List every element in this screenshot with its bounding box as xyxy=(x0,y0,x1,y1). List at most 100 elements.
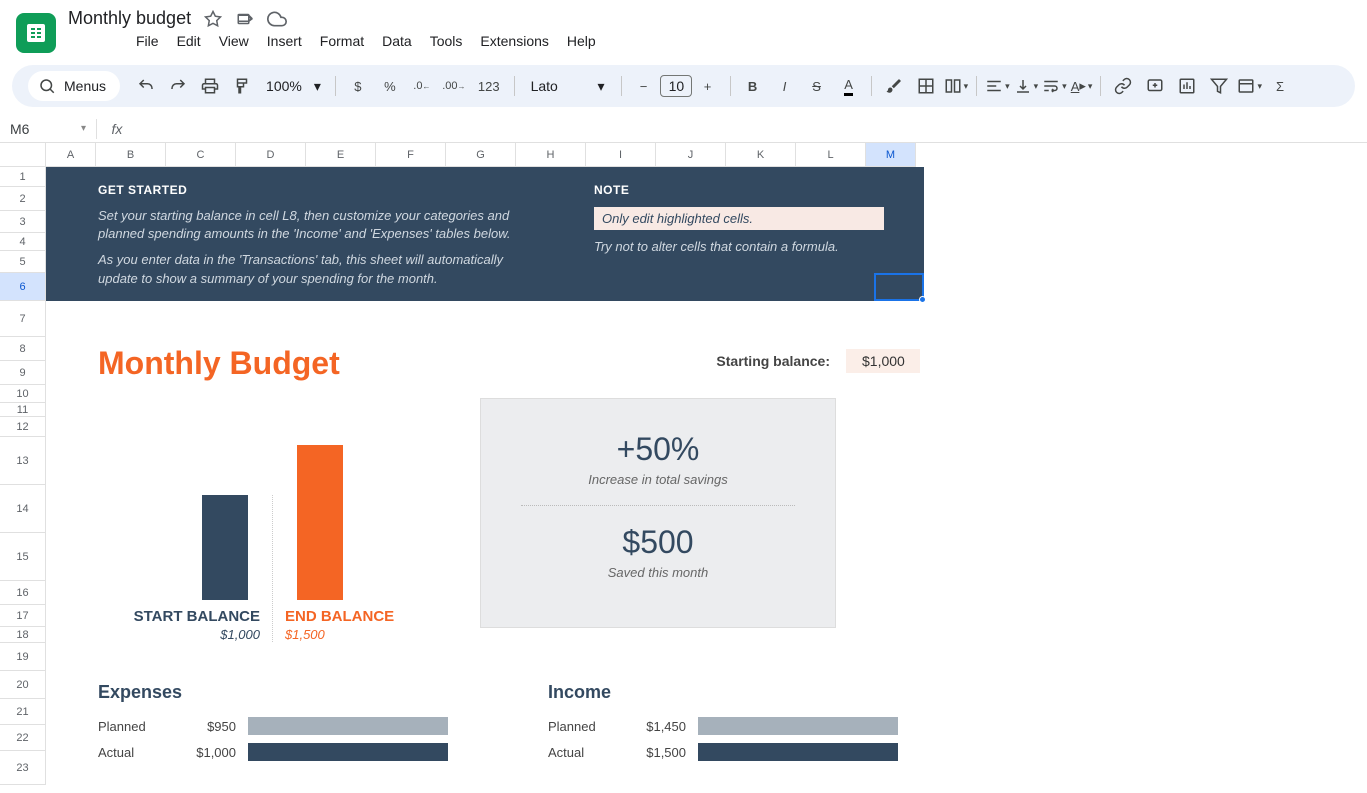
income-table: Income Planned$1,450Actual$1,500 xyxy=(548,682,898,765)
menu-format[interactable]: Format xyxy=(312,29,372,53)
menu-extensions[interactable]: Extensions xyxy=(472,29,556,53)
income-label: Actual xyxy=(548,745,618,760)
cloud-icon[interactable] xyxy=(267,9,287,29)
end-balance-bar xyxy=(297,445,343,600)
note-heading: NOTE xyxy=(594,183,884,197)
functions-button[interactable]: Σ xyxy=(1266,72,1294,100)
balance-bar-chart: START BALANCE $1,000 END BALANCE $1,500 xyxy=(98,422,448,642)
increase-font-size-button[interactable]: + xyxy=(694,72,722,100)
font-size-input[interactable]: 10 xyxy=(660,75,692,97)
paint-format-button[interactable] xyxy=(228,72,256,100)
menu-view[interactable]: View xyxy=(211,29,257,53)
expenses-title: Expenses xyxy=(98,682,448,703)
row-header-9[interactable]: 9 xyxy=(0,361,46,385)
income-value: $1,500 xyxy=(630,745,686,760)
row-header-21[interactable]: 21 xyxy=(0,699,46,725)
row-header-23[interactable]: 23 xyxy=(0,751,46,785)
row-header-5[interactable]: 5 xyxy=(0,251,46,273)
borders-button[interactable] xyxy=(912,72,940,100)
menu-data[interactable]: Data xyxy=(374,29,420,53)
filter-views-button[interactable]: ▾ xyxy=(1237,72,1262,100)
undo-button[interactable] xyxy=(132,72,160,100)
text-color-button[interactable]: A xyxy=(835,72,863,100)
row-header-22[interactable]: 22 xyxy=(0,725,46,751)
row-header-17[interactable]: 17 xyxy=(0,605,46,627)
redo-button[interactable] xyxy=(164,72,192,100)
row-header-20[interactable]: 20 xyxy=(0,671,46,699)
menu-help[interactable]: Help xyxy=(559,29,604,53)
star-icon[interactable] xyxy=(203,9,223,29)
insert-chart-button[interactable] xyxy=(1173,72,1201,100)
row-header-11[interactable]: 11 xyxy=(0,403,46,417)
menu-file[interactable]: File xyxy=(128,29,167,53)
column-header-A[interactable]: A xyxy=(46,143,96,167)
row-header-16[interactable]: 16 xyxy=(0,581,46,605)
row-header-6[interactable]: 6 xyxy=(0,273,46,301)
bold-button[interactable]: B xyxy=(739,72,767,100)
selected-cell[interactable] xyxy=(874,273,924,301)
row-header-7[interactable]: 7 xyxy=(0,301,46,337)
expenses-table: Expenses Planned$950Actual$1,000 xyxy=(98,682,448,765)
column-header-H[interactable]: H xyxy=(516,143,586,167)
column-header-B[interactable]: B xyxy=(96,143,166,167)
menu-tools[interactable]: Tools xyxy=(422,29,471,53)
filter-button[interactable] xyxy=(1205,72,1233,100)
note-highlight-box: Only edit highlighted cells. xyxy=(594,207,884,230)
decrease-decimal-button[interactable]: .0← xyxy=(408,72,436,100)
decrease-font-size-button[interactable]: − xyxy=(630,72,658,100)
row-header-15[interactable]: 15 xyxy=(0,533,46,581)
row-header-19[interactable]: 19 xyxy=(0,643,46,671)
column-header-E[interactable]: E xyxy=(306,143,376,167)
column-header-C[interactable]: C xyxy=(166,143,236,167)
zoom-select[interactable]: 100%▾ xyxy=(260,78,327,95)
column-header-G[interactable]: G xyxy=(446,143,516,167)
column-header-J[interactable]: J xyxy=(656,143,726,167)
income-bar xyxy=(698,743,898,761)
italic-button[interactable]: I xyxy=(771,72,799,100)
row-header-8[interactable]: 8 xyxy=(0,337,46,361)
row-header-1[interactable]: 1 xyxy=(0,167,46,187)
menu-insert[interactable]: Insert xyxy=(259,29,310,53)
strikethrough-button[interactable]: S xyxy=(803,72,831,100)
increase-decimal-button[interactable]: .00→ xyxy=(440,72,468,100)
column-header-F[interactable]: F xyxy=(376,143,446,167)
column-header-M[interactable]: M xyxy=(866,143,916,167)
fill-color-button[interactable] xyxy=(880,72,908,100)
move-icon[interactable] xyxy=(235,9,255,29)
row-header-4[interactable]: 4 xyxy=(0,233,46,251)
font-select[interactable]: Lato▾ xyxy=(523,74,613,99)
row-header-3[interactable]: 3 xyxy=(0,211,46,233)
text-rotation-button[interactable]: A▸▾ xyxy=(1071,72,1093,100)
sheets-logo[interactable] xyxy=(16,13,56,53)
percent-button[interactable]: % xyxy=(376,72,404,100)
document-title[interactable]: Monthly budget xyxy=(68,8,191,29)
column-header-K[interactable]: K xyxy=(726,143,796,167)
currency-button[interactable]: $ xyxy=(344,72,372,100)
row-header-10[interactable]: 10 xyxy=(0,385,46,403)
expenses-label: Actual xyxy=(98,745,168,760)
get-started-text-1: Set your starting balance in cell L8, th… xyxy=(98,207,538,243)
vertical-align-button[interactable]: ▾ xyxy=(1014,72,1039,100)
row-header-18[interactable]: 18 xyxy=(0,627,46,643)
column-header-D[interactable]: D xyxy=(236,143,306,167)
column-header-L[interactable]: L xyxy=(796,143,866,167)
menu-edit[interactable]: Edit xyxy=(169,29,209,53)
row-header-2[interactable]: 2 xyxy=(0,187,46,211)
select-all-corner[interactable] xyxy=(0,143,46,167)
column-header-I[interactable]: I xyxy=(586,143,656,167)
insert-link-button[interactable] xyxy=(1109,72,1137,100)
print-button[interactable] xyxy=(196,72,224,100)
selection-handle[interactable] xyxy=(919,296,926,303)
insert-comment-button[interactable] xyxy=(1141,72,1169,100)
expenses-value: $950 xyxy=(180,719,236,734)
name-box[interactable]: M6▾ xyxy=(0,121,96,137)
search-menus[interactable]: Menus xyxy=(28,71,120,101)
row-header-12[interactable]: 12 xyxy=(0,417,46,437)
row-header-13[interactable]: 13 xyxy=(0,437,46,485)
starting-balance-value[interactable]: $1,000 xyxy=(846,349,920,373)
merge-cells-button[interactable]: ▾ xyxy=(944,72,969,100)
row-header-14[interactable]: 14 xyxy=(0,485,46,533)
text-wrap-button[interactable]: ▾ xyxy=(1042,72,1067,100)
more-formats-button[interactable]: 123 xyxy=(472,72,506,100)
horizontal-align-button[interactable]: ▾ xyxy=(985,72,1010,100)
